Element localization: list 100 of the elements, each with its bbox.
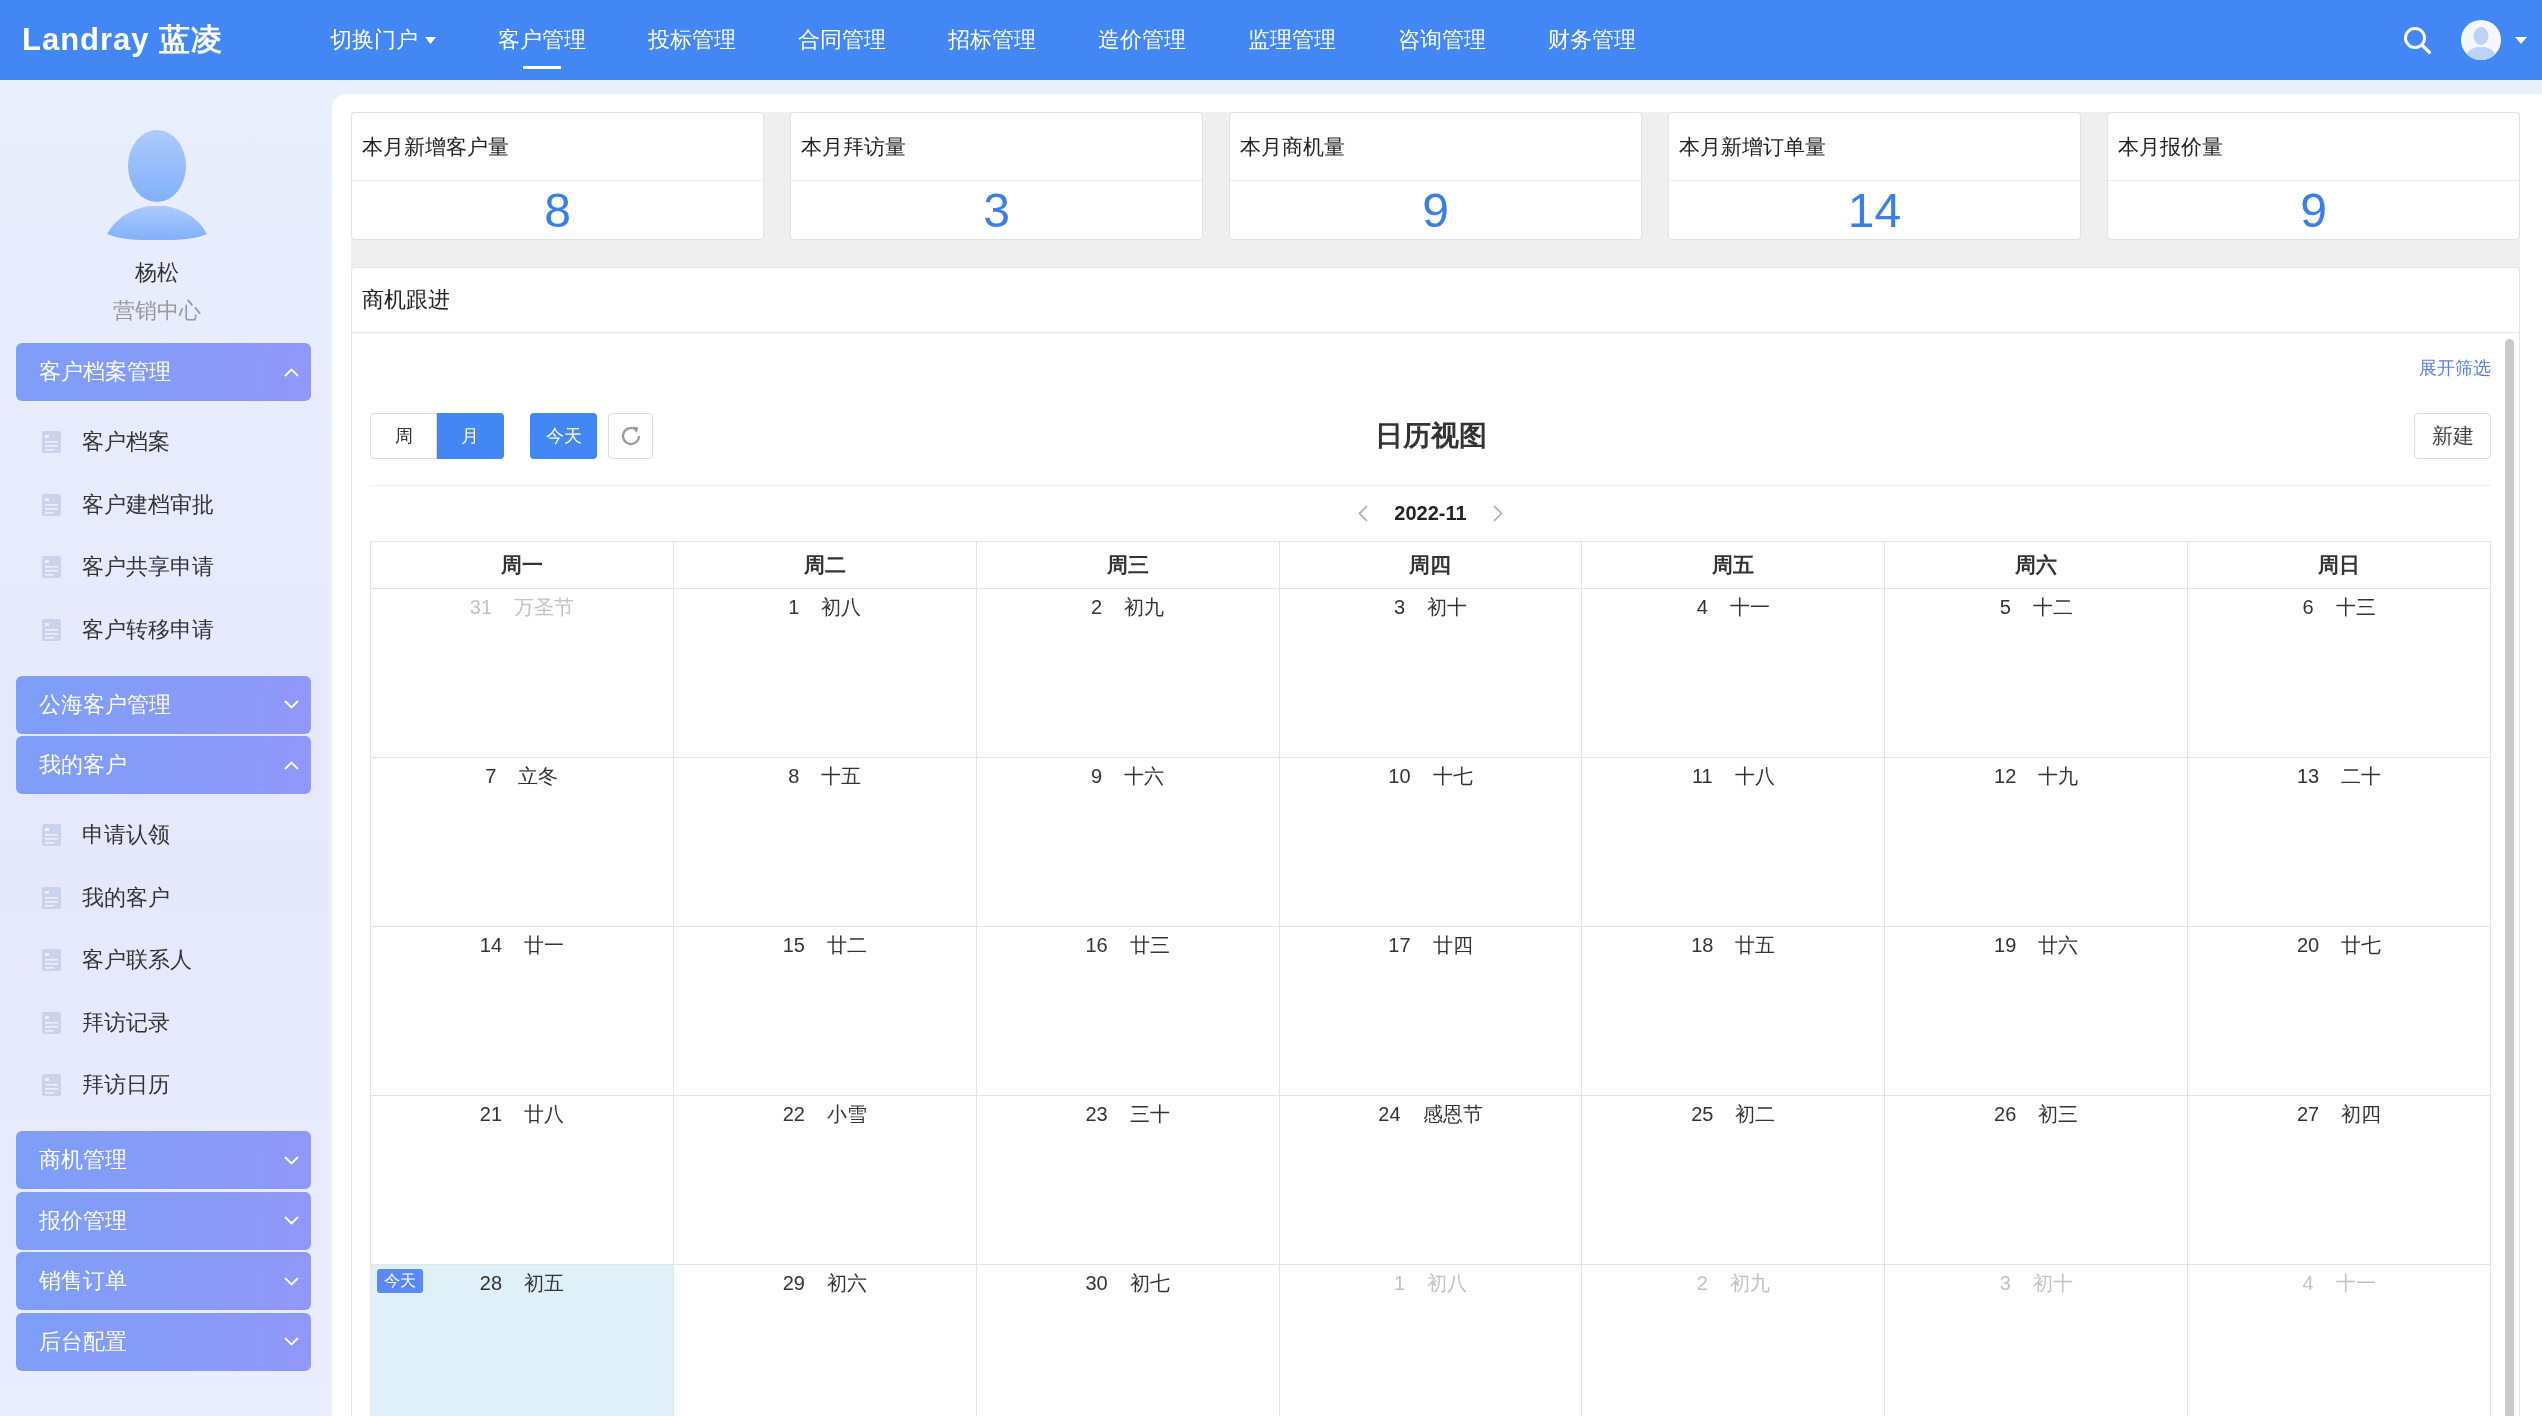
day-number: 3 [1999, 1271, 2011, 1296]
day-number: 25 [1691, 1102, 1714, 1127]
menu-item[interactable]: 客户联系人 [42, 944, 192, 976]
day-cell[interactable]: 23 三十 [976, 1096, 1280, 1265]
day-number: 4 [2302, 1271, 2314, 1296]
menu-item[interactable]: 客户档案 [42, 426, 170, 458]
lunar-date: 初五 [524, 1271, 565, 1296]
day-cell[interactable]: 24 感恩节 [1279, 1096, 1583, 1265]
menu-item[interactable]: 客户共享申请 [42, 551, 214, 583]
day-number: 20 [2296, 933, 2320, 958]
document-icon [42, 431, 61, 453]
caret-icon[interactable] [2515, 36, 2527, 44]
chevron-down-icon [284, 700, 299, 709]
day-number: 30 [1085, 1271, 1108, 1296]
day-cell[interactable]: 9 十六 [976, 758, 1280, 927]
scrollbar-thumb[interactable] [2505, 339, 2514, 1416]
day-number: 29 [782, 1271, 805, 1296]
chevron-up-icon [284, 367, 299, 377]
day-cell[interactable]: 12 十九 [1885, 758, 2189, 927]
day-cell[interactable]: 2 初九 [976, 589, 1280, 758]
day-number: 11 [1691, 764, 1713, 789]
chevron-down-icon [284, 1337, 299, 1346]
chevron-down-icon [284, 1276, 299, 1286]
calendar-title: 日历视图 [1374, 419, 1487, 453]
day-cell[interactable]: 4 十一 [1582, 589, 1886, 758]
chevron-right-icon[interactable] [1492, 504, 1503, 522]
chevron-left-icon[interactable] [1358, 504, 1369, 522]
day-number: 1 [788, 595, 800, 620]
day-cell[interactable]: 今天 28 初五 [371, 1265, 674, 1416]
lunar-date: 廿二 [826, 933, 867, 958]
day-cell[interactable]: 6 十三 [2188, 589, 2491, 758]
stat-value: 9 [1421, 182, 1450, 239]
menu-item[interactable]: 我的客户 [42, 881, 170, 914]
lunar-date: 十三 [2335, 595, 2376, 620]
day-cell[interactable]: 25 初二 [1582, 1096, 1886, 1265]
day-number: 15 [782, 933, 805, 958]
day-cell[interactable]: 7 立冬 [371, 758, 674, 927]
day-cell[interactable]: 13 二十 [2188, 758, 2491, 927]
user-department: 营销中心 [113, 297, 201, 325]
day-cell[interactable]: 19 廿六 [1885, 927, 2189, 1096]
lunar-date: 初四 [2341, 1102, 2382, 1127]
day-number: 18 [1691, 933, 1714, 958]
lunar-date: 初九 [1729, 1271, 1770, 1296]
lunar-date: 十二 [2032, 595, 2073, 620]
caret-icon [425, 36, 436, 44]
menu-item[interactable]: 客户转移申请 [42, 613, 214, 646]
day-number: 14 [479, 933, 503, 958]
day-cell[interactable]: 1 初八 [673, 589, 977, 758]
day-cell[interactable]: 20 廿七 [2188, 927, 2491, 1096]
lunar-date: 廿八 [524, 1102, 565, 1127]
menu-item[interactable]: 拜访日历 [42, 1069, 170, 1101]
day-number: 28 [479, 1271, 503, 1296]
day-number: 5 [1999, 595, 2011, 620]
day-number: 22 [782, 1102, 805, 1127]
day-number: 4 [1696, 595, 1708, 620]
document-icon [42, 618, 61, 641]
search-icon[interactable] [2403, 26, 2431, 54]
day-number: 21 [479, 1102, 503, 1127]
day-number: 7 [485, 764, 497, 789]
stat-label: 本月新增订单量 [1669, 113, 2080, 181]
day-cell[interactable]: 5 十二 [1885, 589, 2189, 758]
day-cell[interactable]: 21 廿八 [371, 1096, 674, 1265]
day-cell[interactable]: 26 初三 [1885, 1096, 2189, 1265]
day-cell[interactable]: 8 十五 [673, 758, 977, 927]
lunar-date: 廿三 [1129, 933, 1170, 958]
lunar-date: 初三 [2038, 1102, 2079, 1127]
view-toggle-button[interactable]: 周 [370, 413, 437, 459]
day-number: 17 [1388, 933, 1411, 958]
day-cell[interactable]: 17 廿四 [1279, 927, 1583, 1096]
day-cell[interactable]: 18 廿五 [1582, 927, 1886, 1096]
day-number: 16 [1085, 933, 1108, 958]
lunar-date: 立冬 [518, 764, 559, 789]
lunar-date: 万圣节 [514, 595, 575, 620]
document-icon [42, 824, 61, 846]
day-cell[interactable]: 10 十七 [1279, 758, 1583, 927]
menu-item[interactable]: 客户建档审批 [42, 488, 214, 521]
user-silhouette-icon [107, 130, 207, 240]
day-number: 10 [1388, 764, 1411, 789]
day-cell[interactable]: 14 廿一 [371, 927, 674, 1096]
lunar-date: 十六 [1124, 764, 1165, 789]
menu-item[interactable]: 申请认领 [42, 819, 170, 851]
day-cell[interactable]: 3 初十 [1279, 589, 1583, 758]
month-label: 2022-11 [1394, 501, 1467, 525]
day-cell[interactable]: 16 廿三 [976, 927, 1280, 1096]
lunar-date: 感恩节 [1422, 1102, 1483, 1127]
menu-item[interactable]: 拜访记录 [42, 1006, 170, 1039]
lunar-date: 初二 [1735, 1102, 1776, 1127]
stat-value: 8 [543, 182, 572, 239]
lunar-date: 廿一 [524, 933, 565, 958]
day-cell[interactable]: 15 廿二 [673, 927, 977, 1096]
refresh-button[interactable] [608, 413, 653, 459]
day-cell[interactable]: 27 初四 [2188, 1096, 2491, 1265]
new-button[interactable]: 新建 [2414, 413, 2491, 459]
day-number: 31 [469, 595, 493, 620]
day-cell[interactable]: 22 小雪 [673, 1096, 977, 1265]
expand-filter-link[interactable]: 展开筛选 [2419, 356, 2491, 380]
panel-title: 商机跟进 [352, 268, 2519, 333]
lunar-date: 廿五 [1735, 933, 1776, 958]
day-cell[interactable]: 11 十八 [1582, 758, 1886, 927]
avatar-icon[interactable] [2461, 20, 2501, 60]
